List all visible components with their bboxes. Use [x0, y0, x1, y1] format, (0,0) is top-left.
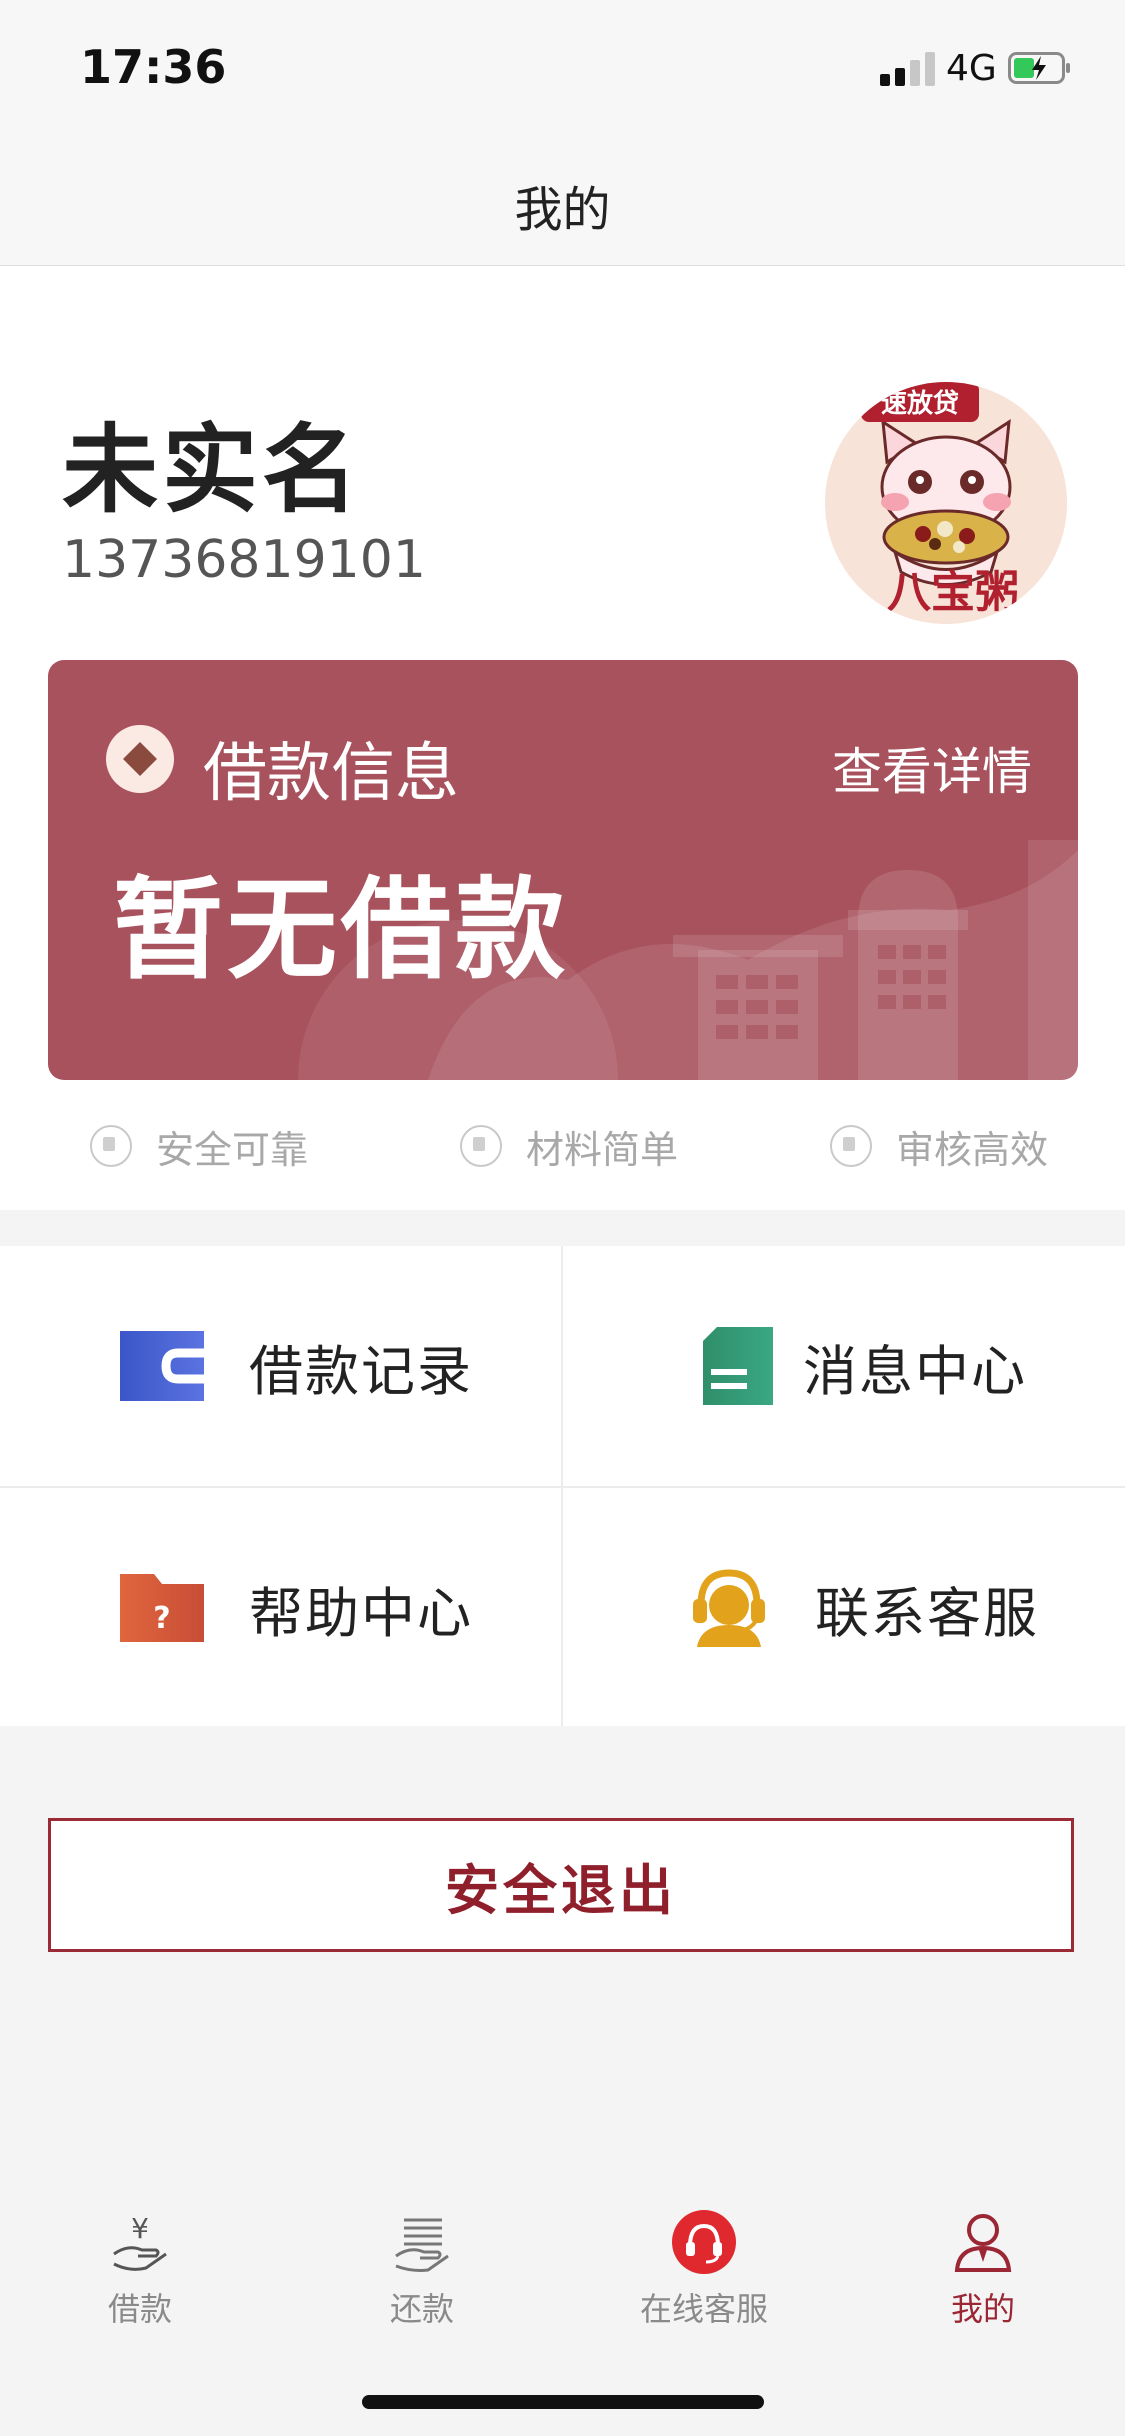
avatar[interactable]: 速放贷 八宝粥: [825, 382, 1067, 624]
signal-icon: [880, 52, 936, 86]
lightning-icon: [830, 1125, 872, 1167]
feature-secure: 安全可靠: [90, 1118, 308, 1174]
menu-item-loan-records[interactable]: 借款记录: [0, 1246, 561, 1486]
user-phone: 13736819101: [62, 530, 426, 590]
logout-button[interactable]: 安全退出: [48, 1818, 1074, 1952]
tab-mine[interactable]: 我的: [893, 2200, 1073, 2350]
headset-icon: [672, 2210, 736, 2274]
customer-service-icon: [693, 1569, 765, 1647]
home-indicator: [362, 2395, 764, 2409]
svg-text:?: ?: [153, 1601, 170, 1636]
page-title: 我的: [514, 182, 611, 238]
tab-repay[interactable]: 还款: [332, 2200, 512, 2350]
feature-fast-review: 审核高效: [830, 1118, 1048, 1174]
help-folder-icon: ?: [120, 1574, 204, 1642]
view-details-link[interactable]: 查看详情: [832, 732, 1032, 804]
status-time: 17:36: [80, 40, 227, 94]
shield-icon: [90, 1125, 132, 1167]
borrow-icon: ¥: [108, 2210, 172, 2274]
loan-record-icon: [120, 1331, 204, 1401]
feature-simple-materials: 材料简单: [460, 1118, 678, 1174]
menu-item-help-center[interactable]: ? 帮助中心: [0, 1488, 561, 1728]
loan-info-card[interactable]: 借款信息 查看详情 暂无借款: [48, 660, 1078, 1080]
avatar-caption: 八宝粥: [887, 567, 1019, 618]
svg-text:¥: ¥: [131, 2212, 149, 2245]
loan-status: 暂无借款: [113, 866, 569, 994]
loan-info-icon: [106, 725, 174, 793]
loan-info-title: 借款信息: [203, 737, 459, 811]
document-icon: [460, 1125, 502, 1167]
menu-item-message-center[interactable]: 消息中心: [563, 1246, 1125, 1486]
message-icon: [703, 1327, 773, 1405]
user-name: 未实名: [62, 414, 362, 526]
battery-icon: [1008, 52, 1072, 84]
tab-borrow[interactable]: ¥ 借款: [50, 2200, 230, 2350]
menu-item-contact-service[interactable]: 联系客服: [563, 1488, 1125, 1728]
profile-icon: [951, 2210, 1015, 2274]
repay-icon: [390, 2210, 454, 2274]
network-type: 4G: [946, 48, 997, 89]
tab-online-service[interactable]: 在线客服: [614, 2200, 794, 2350]
